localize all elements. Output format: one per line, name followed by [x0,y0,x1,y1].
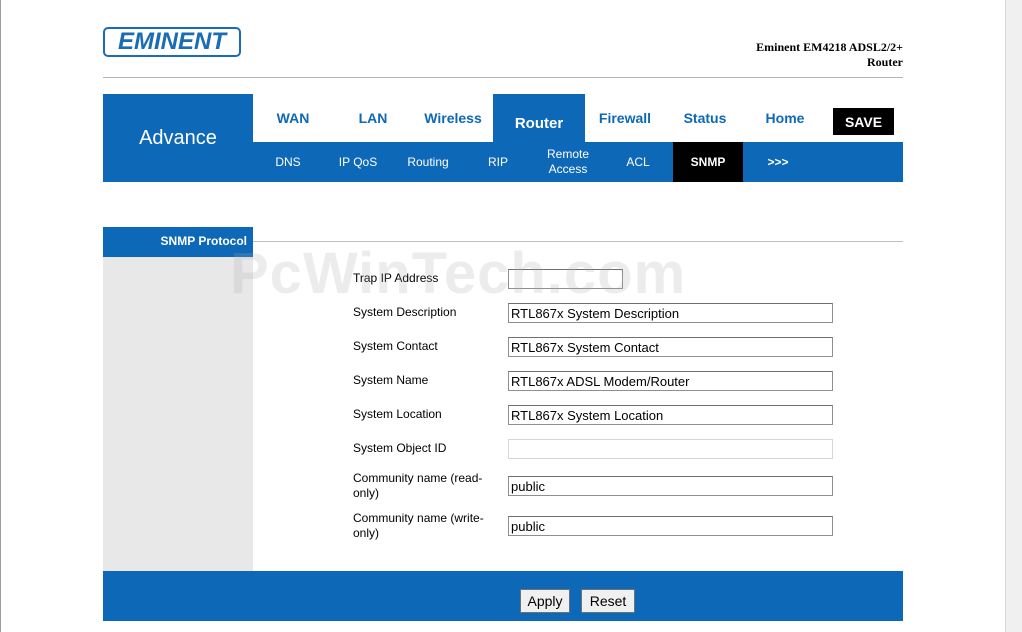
apply-button[interactable]: Apply [520,589,570,613]
subtab-more[interactable]: >>> [743,142,813,182]
system-object-id-label: System Object ID [353,441,447,455]
system-object-id-input[interactable] [508,439,833,459]
trap-ip-input[interactable] [508,269,623,289]
community-read-only-input[interactable] [508,476,833,496]
vertical-scrollbar[interactable] [1005,0,1022,632]
tab-lan[interactable]: LAN [333,94,413,142]
trap-ip-label: Trap IP Address [353,271,439,285]
subtab-dns[interactable]: DNS [253,142,323,182]
eminent-logo: EMINENT [103,27,241,57]
system-location-label: System Location [353,407,442,421]
system-name-input[interactable] [508,371,833,391]
tab-firewall[interactable]: Firewall [585,94,665,142]
header-divider [103,77,903,78]
system-description-label: System Description [353,305,457,319]
subtab-rip[interactable]: RIP [463,142,533,182]
system-contact-input[interactable] [508,337,833,357]
subtab-acl[interactable]: ACL [603,142,673,182]
subtab-ip-qos[interactable]: IP QoS [323,142,393,182]
main-tabs: WAN LAN Wireless Router Firewall Status … [253,94,903,142]
tab-wireless[interactable]: Wireless [413,94,493,142]
system-description-input[interactable] [508,303,833,323]
reset-button[interactable]: Reset [581,589,635,613]
sidebar-heading: SNMP Protocol [103,227,253,257]
save-button[interactable]: SAVE [833,108,894,135]
subtab-routing[interactable]: Routing [393,142,463,182]
tab-status[interactable]: Status [665,94,745,142]
tab-home[interactable]: Home [745,94,825,142]
content-divider [253,241,903,242]
system-location-input[interactable] [508,405,833,425]
router-model-line1: Eminent EM4218 ADSL2/2+ [756,40,903,54]
community-read-only-label: Community name (read-only) [353,471,483,500]
sub-tabs: DNS IP QoS Routing RIP Remote Access ACL… [253,142,903,182]
subtab-snmp[interactable]: SNMP [673,142,743,182]
footer-bar [103,571,903,621]
system-name-label: System Name [353,373,429,387]
sidebar-column [103,257,253,571]
subtab-remote-access[interactable]: Remote Access [533,142,603,182]
router-model-line2: Router [867,55,903,69]
tab-wan[interactable]: WAN [253,94,333,142]
system-contact-label: System Contact [353,339,438,353]
community-write-only-input[interactable] [508,516,833,536]
router-model: Eminent EM4218 ADSL2/2+ Router [756,40,903,70]
tab-router[interactable]: Router [493,94,585,142]
section-title: Advance [103,94,253,182]
community-write-only-label: Community name (write-only) [353,511,484,540]
